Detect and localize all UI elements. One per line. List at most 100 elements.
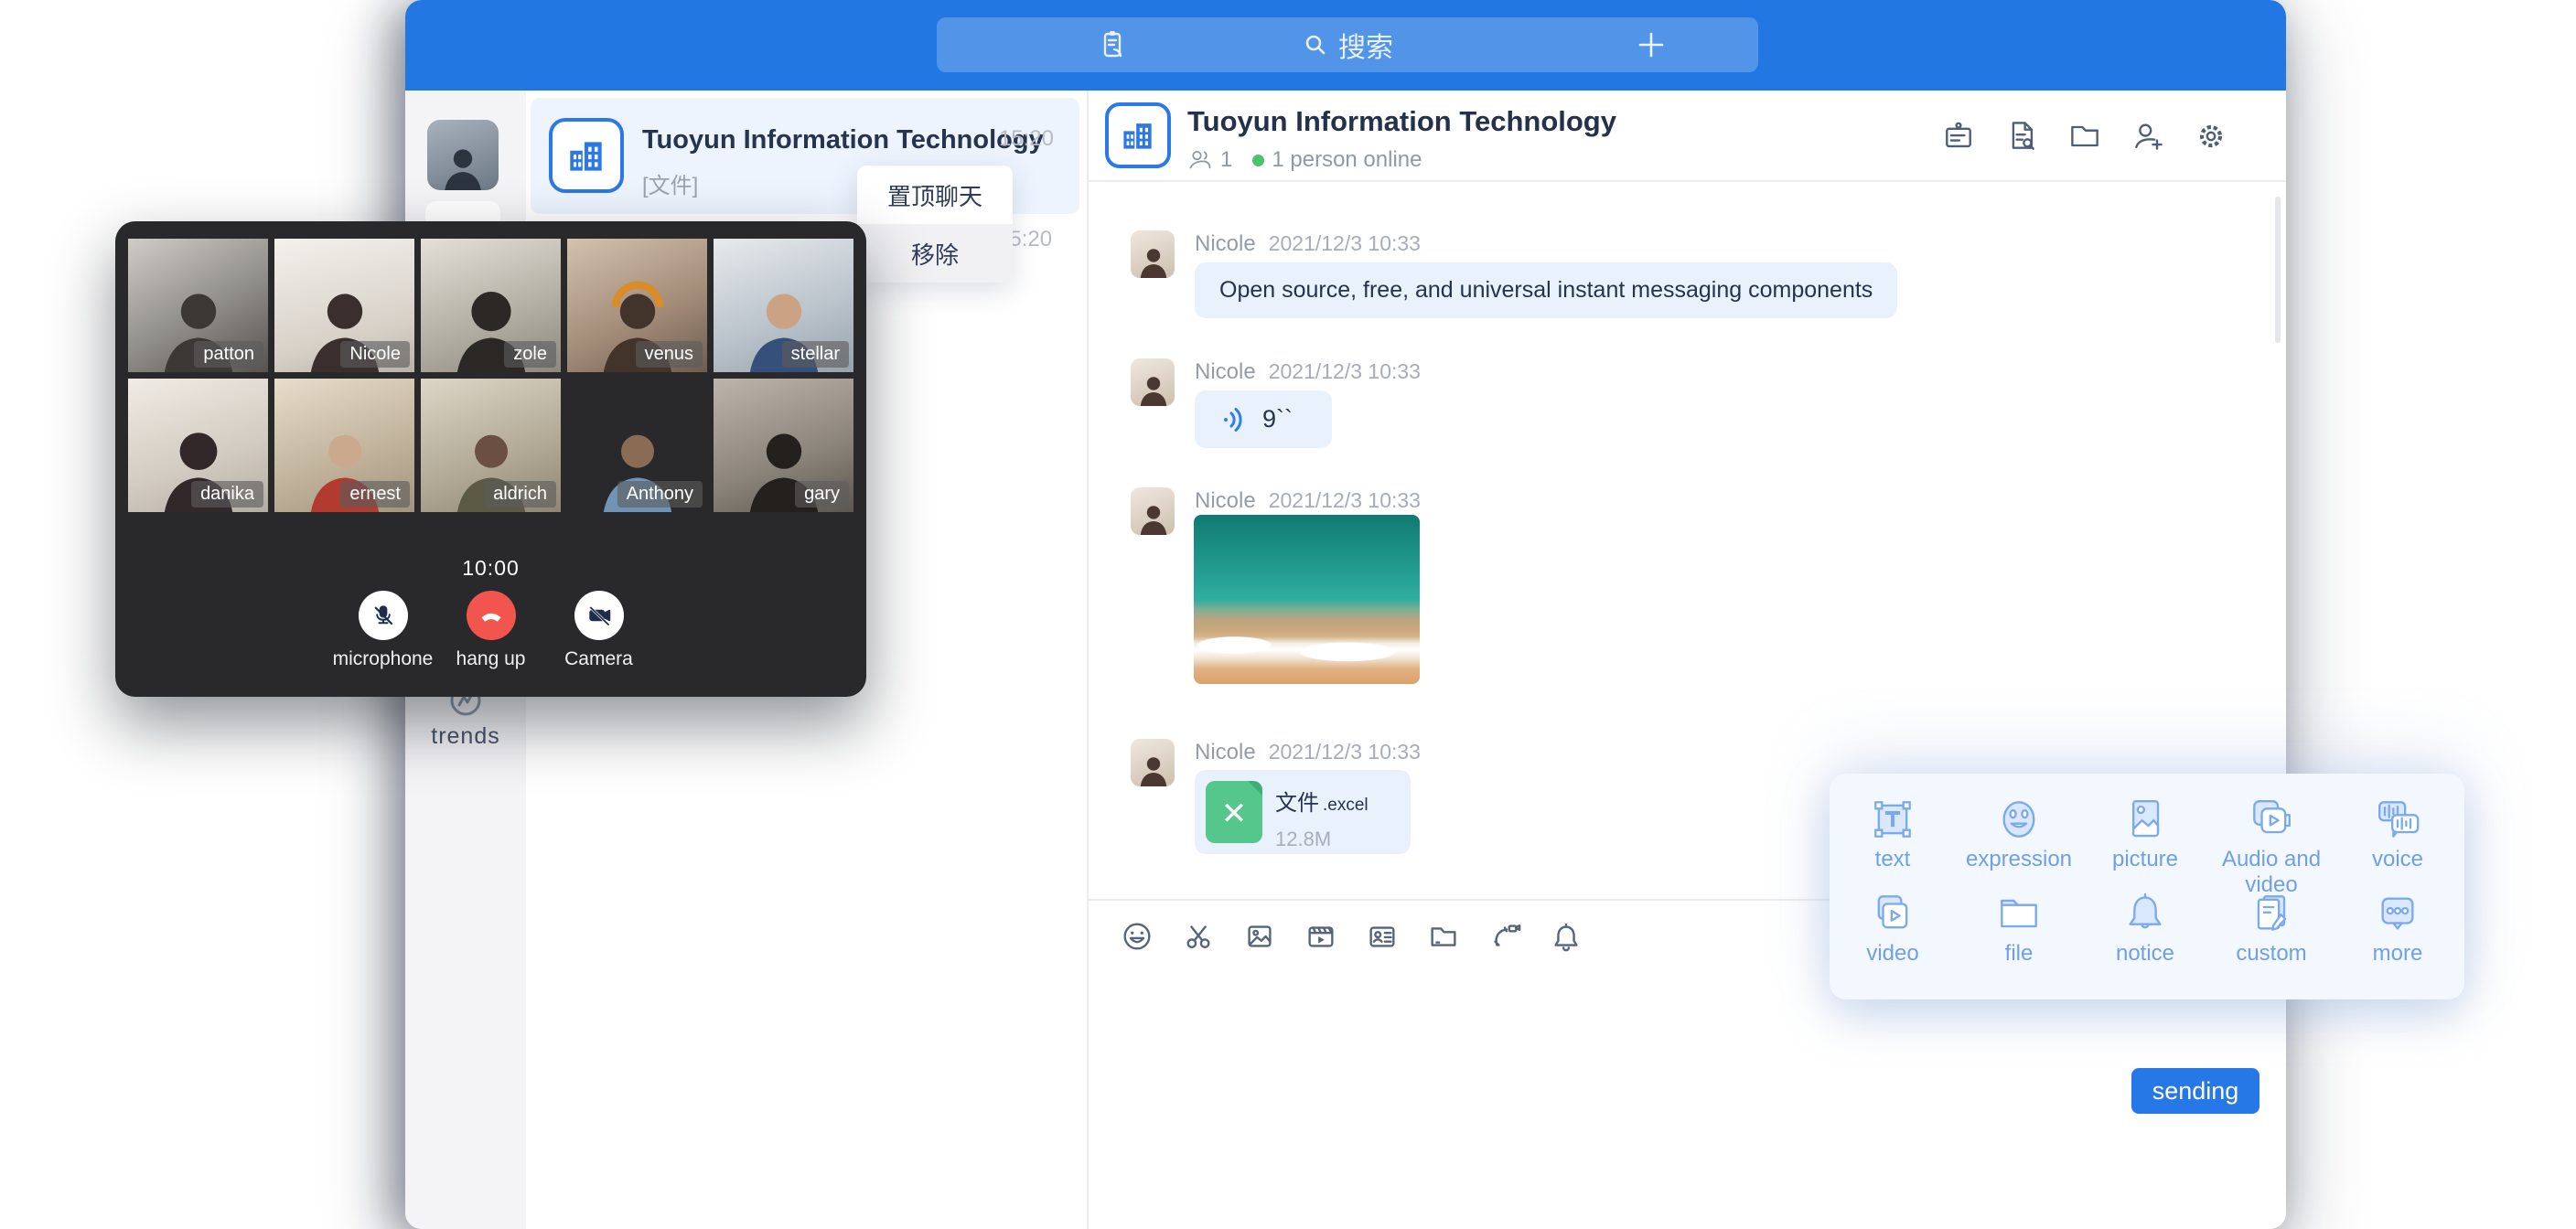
file-name: 文件	[1275, 791, 1319, 816]
add-member-icon[interactable]	[2130, 118, 2166, 155]
feature-expression[interactable]: expression	[1956, 794, 2082, 888]
feature-label: video	[1830, 941, 1956, 967]
feature-label: custom	[2208, 941, 2334, 967]
participant-name: zole	[504, 341, 556, 368]
video-icon[interactable]	[1304, 919, 1338, 954]
video-tile: gary	[714, 379, 853, 512]
group-avatar[interactable]	[1105, 102, 1171, 168]
participant-name: venus	[636, 341, 703, 368]
menu-item-pin-chat[interactable]: 置顶聊天	[857, 166, 1013, 224]
message-avatar[interactable]	[1131, 739, 1175, 786]
plus-icon	[1636, 29, 1667, 60]
file-ext: .excel	[1323, 796, 1368, 815]
feature-picture[interactable]: picture	[2082, 794, 2208, 888]
mic-control[interactable]: microphone	[329, 591, 437, 670]
send-button[interactable]: sending	[2131, 1068, 2259, 1114]
feature-file[interactable]: file	[1956, 888, 2082, 982]
file-fold-corner	[1248, 781, 1262, 796]
user-avatar[interactable]	[427, 120, 499, 190]
message-type-panel: text expression picture	[1830, 774, 2464, 999]
online-dot	[1252, 155, 1264, 166]
chat-title: Tuoyun Information Technology	[1187, 105, 1616, 138]
video-tile: venus	[567, 239, 707, 372]
participant-name: stellar	[782, 341, 849, 368]
message-text: Open source, free, and universal instant…	[1219, 277, 1873, 304]
hangup-label: hang up	[437, 648, 545, 670]
video-call-icon[interactable]	[1487, 919, 1522, 954]
message-avatar[interactable]	[1131, 230, 1175, 278]
members-icon	[1187, 147, 1213, 173]
contact-card-icon[interactable]	[1365, 919, 1400, 954]
conversation-context-menu: 置顶聊天 移除	[857, 166, 1013, 283]
call-timer: 10:00	[115, 556, 866, 581]
video-tile: stellar	[714, 239, 853, 372]
image-message-beach[interactable]	[1194, 515, 1420, 684]
voice-wave-icon	[1220, 405, 1248, 434]
message-meta: Nicole2021/12/3 10:33	[1195, 740, 1421, 765]
group-files-icon[interactable]	[2066, 118, 2103, 155]
message-scrollbar[interactable]	[2275, 197, 2281, 343]
chat-subheader: 1 1 person online	[1187, 147, 1422, 173]
add-button[interactable]	[1636, 29, 1667, 60]
feature-label: file	[1956, 941, 2082, 967]
feature-more[interactable]: more	[2334, 888, 2461, 982]
hangup-button[interactable]	[467, 591, 516, 640]
text-message-bubble: Open source, free, and universal instant…	[1195, 262, 1897, 318]
building-icon	[564, 133, 609, 178]
video-tile: Anthony	[567, 379, 707, 512]
voice-message-bubble[interactable]: 9``	[1195, 390, 1332, 448]
feature-label: voice	[2334, 847, 2461, 872]
notice-bell-icon[interactable]	[1549, 919, 1583, 954]
person-silhouette-icon	[1135, 240, 1172, 278]
message-time: 2021/12/3 10:33	[1269, 231, 1421, 255]
feature-voice[interactable]: voice	[2334, 794, 2461, 888]
chat-history-search-icon[interactable]	[2003, 118, 2040, 155]
camera-button[interactable]	[574, 591, 624, 640]
feature-notice[interactable]: notice	[2082, 888, 2208, 982]
excel-file-icon: ✕	[1206, 781, 1262, 843]
image-icon[interactable]	[1242, 919, 1277, 954]
participant-name: aldrich	[484, 481, 556, 508]
screenshot-scissors-icon[interactable]	[1181, 919, 1216, 954]
mic-button[interactable]	[359, 591, 408, 640]
composer-toolbar	[1120, 901, 1583, 972]
feature-custom[interactable]: custom	[2208, 888, 2334, 982]
video-tile: ernest	[274, 379, 414, 512]
member-count: 1	[1220, 147, 1232, 173]
camera-label: Camera	[545, 648, 653, 670]
video-tile: patton	[128, 239, 268, 372]
call-video-grid: patton Nicole zole venus stellar danika …	[128, 239, 853, 512]
feature-label: notice	[2082, 941, 2208, 967]
feature-audio-video[interactable]: Audio and video	[2208, 794, 2334, 888]
send-label: sending	[2152, 1077, 2239, 1106]
feature-label: expression	[1956, 847, 2082, 872]
feature-video[interactable]: video	[1830, 888, 1956, 982]
feature-text[interactable]: text	[1830, 794, 1956, 888]
message-meta: Nicole2021/12/3 10:33	[1195, 488, 1421, 514]
message-meta: Nicole 2021/12/3 10:33	[1195, 359, 1421, 385]
mic-label: microphone	[329, 648, 437, 670]
file-folder-icon[interactable]	[1426, 919, 1461, 954]
voice-duration: 9``	[1262, 405, 1293, 433]
participant-name: patton	[194, 341, 263, 368]
menu-item-remove[interactable]: 移除	[857, 224, 1013, 283]
file-message-bubble[interactable]: ✕ 文件.excel 12.8M	[1195, 770, 1411, 854]
settings-icon[interactable]	[2193, 118, 2229, 155]
group-notice-icon[interactable]	[1940, 118, 1977, 155]
message-avatar[interactable]	[1131, 358, 1175, 406]
message-time: 2021/12/3 10:33	[1269, 359, 1421, 383]
participant-name: Nicole	[340, 341, 410, 368]
message-avatar[interactable]	[1131, 487, 1175, 535]
search-bar[interactable]: 搜索	[937, 17, 1758, 72]
conversation-last-message: [文件]	[642, 167, 698, 199]
hangup-control[interactable]: hang up	[437, 591, 545, 670]
camera-control[interactable]: Camera	[545, 591, 653, 670]
hangup-icon	[478, 602, 505, 629]
person-silhouette-icon	[1135, 497, 1172, 535]
message-author: Nicole	[1195, 359, 1256, 384]
participant-name: gary	[795, 481, 849, 508]
video-tile: danika	[128, 379, 268, 512]
camera-off-icon	[585, 602, 613, 629]
call-controls: microphone hang up Camer	[115, 591, 866, 670]
emoji-icon[interactable]	[1120, 919, 1154, 954]
